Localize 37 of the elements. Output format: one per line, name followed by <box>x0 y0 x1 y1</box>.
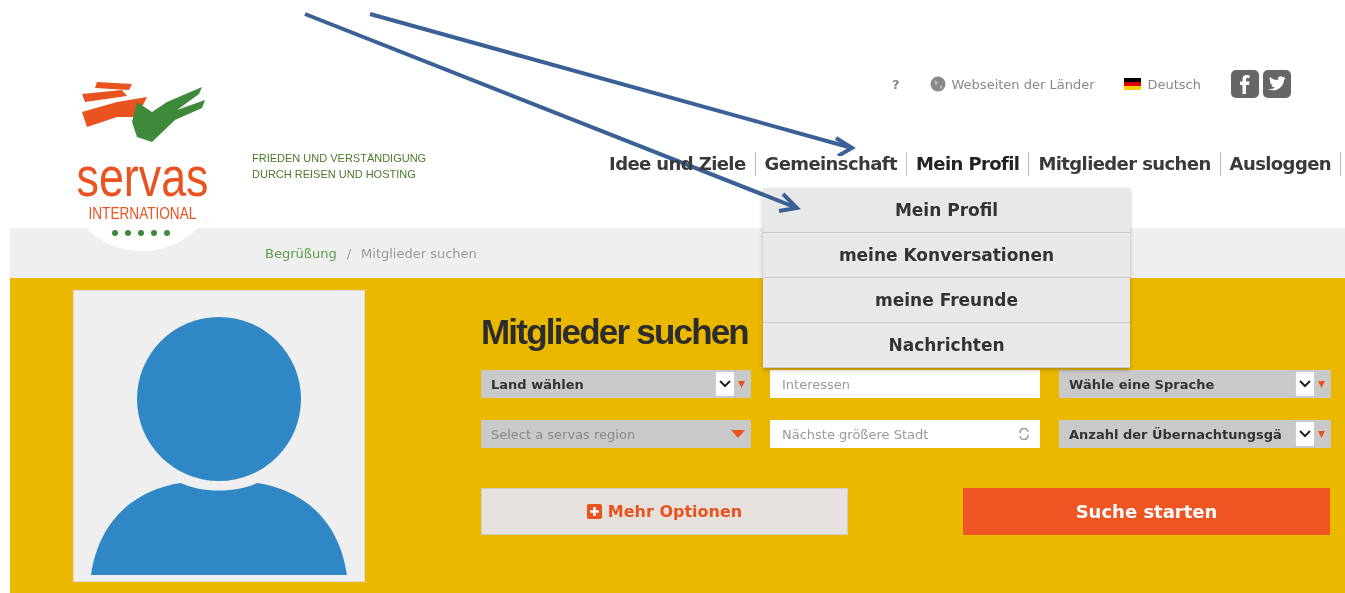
triangle-icon <box>731 430 745 438</box>
page-heading: Mitglieder suchen <box>481 311 748 353</box>
triangle-icon <box>738 380 745 388</box>
nav-link[interactable]: Mitglieder suchen <box>1029 152 1221 176</box>
twitter-icon[interactable] <box>1263 70 1291 98</box>
logo-subtitle: INTERNATIONAL <box>88 205 196 223</box>
chevron-down-icon <box>1295 421 1315 447</box>
triangle-icon <box>1318 430 1325 438</box>
breadcrumb-separator: / <box>346 245 352 261</box>
select-field[interactable]: Wähle eine Sprache <box>1059 370 1331 398</box>
menu-item[interactable]: meine Freunde <box>763 278 1130 323</box>
plus-icon <box>586 504 602 519</box>
spinner-icon <box>1018 428 1030 440</box>
dots-icon <box>111 229 173 237</box>
logo-wordmark: servas <box>76 151 208 203</box>
tagline: FRIEDEN UND VERSTÄNDIGUNG <box>252 151 428 166</box>
select-field[interactable]: Land wählen <box>481 370 751 398</box>
triangle-icon <box>1318 380 1325 388</box>
tagline: DURCH REISEN UND HOSTING <box>252 167 417 182</box>
chevron-down-icon <box>715 371 735 397</box>
select-field[interactable]: Anzahl der Übernachtungsgä <box>1059 420 1331 448</box>
interests-field[interactable]: Interessen <box>770 370 1040 398</box>
breadcrumb-current: Mitglieder suchen <box>361 245 477 261</box>
menu-item[interactable]: Mein Profil <box>763 188 1130 233</box>
city-field[interactable]: Nächste größere Stadt <box>770 420 1040 448</box>
menu-item[interactable]: meine Konversationen <box>763 233 1130 278</box>
person-silhouette-icon <box>91 317 347 575</box>
chevron-down-icon <box>1295 371 1315 397</box>
language-link[interactable]: Deutsch <box>1147 76 1201 92</box>
menu-item[interactable]: Nachrichten <box>763 323 1130 368</box>
search-button[interactable]: Suche starten <box>963 488 1330 535</box>
german-flag-icon <box>1124 78 1142 90</box>
nav-link[interactable]: Ausloggen <box>1220 152 1341 176</box>
facebook-icon[interactable] <box>1231 70 1259 98</box>
help-link[interactable]: ? <box>891 76 900 92</box>
globe-icon <box>929 76 946 92</box>
countries-link[interactable]: Webseiten der Länder <box>951 76 1095 92</box>
